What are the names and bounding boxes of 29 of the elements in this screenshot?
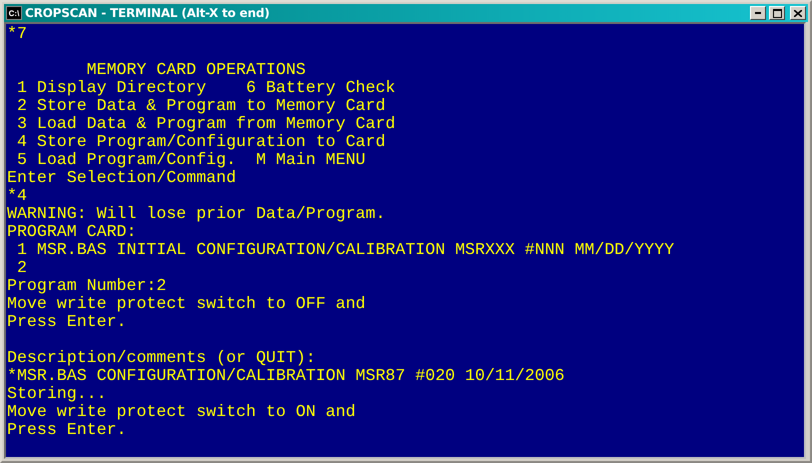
terminal-line: 2 Store Data & Program to Memory Card [16,97,386,115]
terminal-line: 1 Display Directory 6 Battery Check [16,79,396,97]
terminal-line: Press Enter. [7,421,128,439]
terminal-line: 4 Store Program/Configuration to Card [16,133,386,151]
minimize-icon [755,12,761,14]
terminal-line: Enter Selection/Command [7,169,238,187]
terminal-line: 2 [16,259,28,277]
window-title: CROPSCAN - TERMINAL (Alt-X to end) [25,6,270,20]
maximize-button[interactable] [769,6,785,20]
console-icon: C:\ [6,6,22,20]
terminal-line: Move write protect switch to ON and [7,403,357,421]
terminal-line: MEMORY CARD OPERATIONS [86,61,307,79]
terminal-line: WARNING: Will lose prior Data/Program. [7,205,386,223]
terminal-line: 5 Load Program/Config. M Main MENU [16,151,366,169]
close-icon [794,10,802,16]
terminal-line: Move write protect switch to OFF and [7,295,366,313]
maximize-icon [772,8,782,18]
terminal-line: 3 Load Data & Program from Memory Card [16,115,396,133]
terminal-line: Storing... [7,385,108,403]
terminal-line: Description/comments (or QUIT): [7,349,317,367]
close-button[interactable] [790,6,806,20]
terminal-line: PROGRAM CARD: [7,223,138,241]
terminal-line: Press Enter. [7,313,128,331]
terminal-line: *MSR.BAS CONFIGURATION/CALIBRATION MSR87 #020 10/11/2006 [7,367,566,385]
terminal-line: *7 [7,25,28,43]
terminal-line: *4 [7,187,28,205]
terminal-line: 1 MSR.BAS INITIAL CONFIGURATION/CALIBRATION MSRXXX #NNN MM/DD/YYYY [16,241,676,259]
minimize-button[interactable] [750,6,766,20]
terminal-line: Program Number:2 [7,277,168,295]
